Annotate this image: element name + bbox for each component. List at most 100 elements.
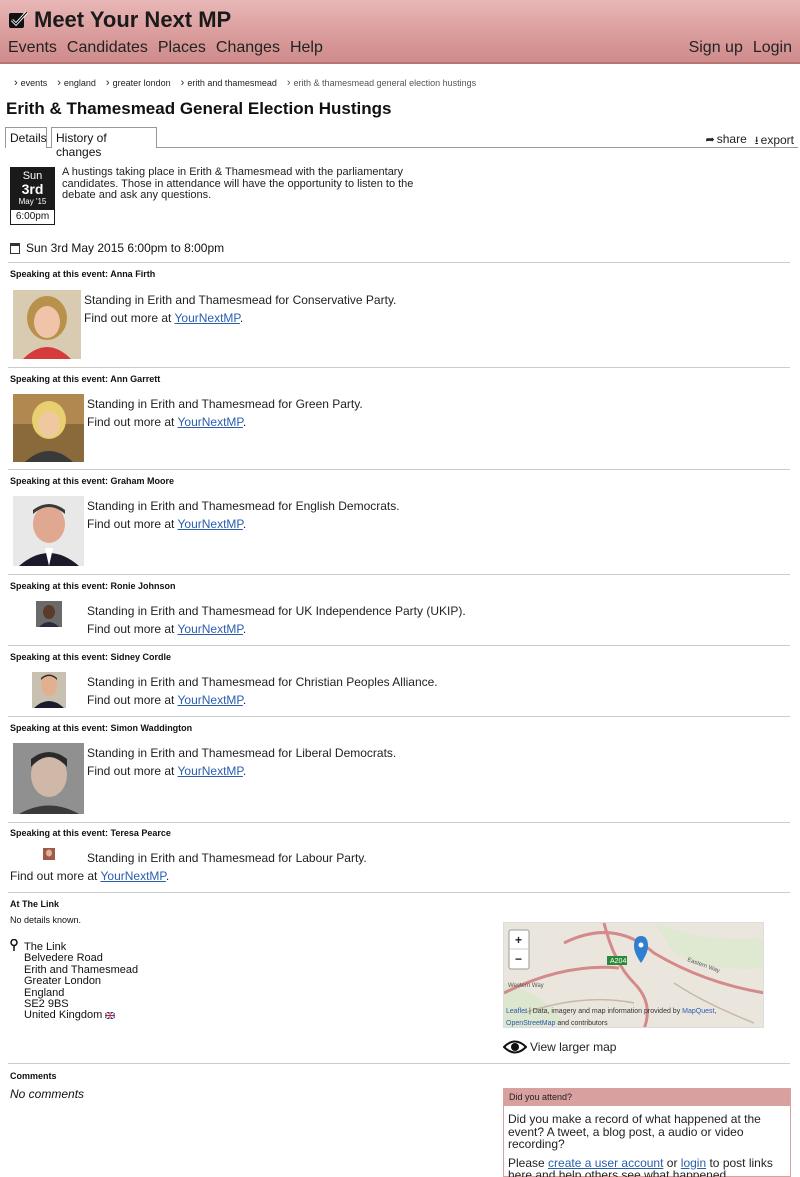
speaker-standing: Standing in Erith and Thamesmead for UK … [87, 604, 466, 618]
tab-history[interactable]: History of changes [51, 127, 157, 159]
candidate-photo [13, 496, 84, 566]
event-when-text: Sun 3rd May 2015 6:00pm to 8:00pm [26, 241, 225, 255]
breadcrumb-erith-thamesmead[interactable]: erith and thamesmead [181, 77, 277, 89]
sign-up-link[interactable]: Sign up [689, 39, 743, 57]
candidate-photo [32, 672, 66, 708]
divider [8, 469, 790, 470]
find-more-text: Find out more at [87, 517, 178, 531]
map-pin-icon [10, 939, 18, 951]
yournextmp-link[interactable]: YourNextMP [175, 311, 240, 325]
did-you-attend-box: Did you attend? Did you make a record of… [503, 1088, 791, 1177]
page-title: Erith & Thamesmead General Election Hust… [6, 99, 392, 118]
attend-question: Did you make a record of what happened a… [508, 1112, 761, 1151]
find-more-text: Find out more at [10, 869, 101, 883]
find-more-text: Find out more at [87, 693, 178, 707]
nav-changes[interactable]: Changes [216, 39, 280, 57]
brand[interactable]: Meet Your Next MP [8, 7, 231, 33]
uk-flag-icon [105, 1012, 116, 1020]
speaker-standing: Standing in Erith and Thamesmead for Chr… [87, 675, 438, 689]
yournextmp-link[interactable]: YourNextMP [178, 517, 243, 531]
breadcrumb-current: erith & thamesmead general election hust… [287, 77, 477, 89]
breadcrumb: events england greater london erith and … [14, 77, 476, 89]
site-header: Meet Your Next MP Events Candidates Plac… [0, 0, 800, 64]
eye-icon [503, 1040, 527, 1054]
venue-address: The Link Belvedere Road Erith and Thames… [24, 941, 138, 1022]
speaker-standing: Standing in Erith and Thamesmead for Lab… [87, 851, 367, 865]
divider [8, 892, 790, 893]
speaker-standing: Standing in Erith and Thamesmead for Gre… [87, 397, 363, 411]
export-button[interactable]: ⭳ export [755, 132, 794, 151]
road-label: A204 [610, 958, 626, 965]
date-badge-top: Sun 3rd May '15 [10, 167, 55, 210]
leaflet-link[interactable]: Leaflet [506, 1008, 527, 1015]
event-description: A hustings taking place in Erith & Thame… [62, 166, 414, 201]
attribution-separator: , [714, 1008, 717, 1015]
candidate-photo [13, 394, 84, 462]
view-larger-map[interactable]: View larger map [503, 1039, 616, 1055]
zoom-out-button[interactable]: − [515, 952, 522, 966]
find-more-suffix: . [242, 693, 247, 707]
nav-places[interactable]: Places [158, 39, 206, 57]
speaker-heading: Speaking at this event: Sidney Cordle [10, 652, 172, 662]
yournextmp-link[interactable]: YourNextMP [178, 415, 243, 429]
venue-details: No details known. [10, 915, 82, 925]
divider [8, 1063, 790, 1064]
yournextmp-link[interactable]: YourNextMP [101, 869, 166, 883]
nav-events[interactable]: Events [8, 39, 57, 57]
address-line: United Kingdom [24, 1009, 103, 1022]
find-more-suffix: . [242, 517, 247, 531]
yournextmp-link[interactable]: YourNextMP [178, 622, 243, 636]
attend-prompt: Please create a user account or login to… [508, 1156, 786, 1177]
divider [8, 716, 790, 717]
speaker-find-more: Find out more at YourNextMP. [87, 517, 246, 531]
nav-candidates[interactable]: Candidates [67, 39, 148, 57]
speaker-find-more: Find out more at YourNextMP. [87, 764, 246, 778]
divider [8, 645, 790, 646]
badge-month: May '15 [18, 197, 47, 206]
breadcrumb-england[interactable]: england [57, 77, 96, 89]
candidate-photo [36, 601, 62, 627]
breadcrumb-events[interactable]: events [14, 77, 48, 89]
street-label: Western Way [508, 983, 544, 989]
openstreetmap-link[interactable]: OpenStreetMap [506, 1020, 555, 1027]
share-button[interactable]: ➦ share [706, 132, 747, 151]
speaker-heading: Speaking at this event: Ronie Johnson [10, 581, 176, 591]
account-nav: Sign up Login [689, 39, 792, 57]
candidate-photo [13, 290, 81, 359]
speaker-standing: Standing in Erith and Thamesmead for Lib… [87, 746, 397, 760]
zoom-in-button[interactable]: + [515, 933, 522, 947]
candidate-photo [13, 743, 84, 814]
nav-help[interactable]: Help [290, 39, 323, 57]
address-line: Greater London [24, 975, 102, 988]
map-attribution: Leaflet | Data, imagery and map informat… [506, 1006, 764, 1030]
tab-details[interactable]: Details [5, 127, 47, 148]
candidate-photo [43, 848, 55, 860]
login-link[interactable]: Login [753, 39, 792, 57]
mapquest-link[interactable]: MapQuest [682, 1008, 714, 1015]
no-comments: No comments [10, 1087, 85, 1101]
view-larger-label: View larger map [530, 1040, 617, 1054]
find-more-suffix: . [242, 415, 247, 429]
site-title: Meet Your Next MP [34, 7, 232, 32]
speaker-heading: Speaking at this event: Anna Firth [10, 269, 156, 279]
speaker-find-more: Find out more at YourNextMP. [87, 415, 246, 429]
speaker-standing: Standing in Erith and Thamesmead for Con… [84, 293, 397, 307]
speaker-find-more: Find out more at YourNextMP. [10, 869, 169, 883]
checkbox-logo-icon [9, 10, 28, 28]
export-label: export [760, 133, 794, 147]
yournextmp-link[interactable]: YourNextMP [178, 764, 243, 778]
breadcrumb-greater-london[interactable]: greater london [106, 77, 171, 89]
calendar-icon [10, 242, 20, 254]
speaker-standing: Standing in Erith and Thamesmead for Eng… [87, 499, 400, 513]
download-icon: ⭳ [754, 135, 759, 147]
find-more-suffix: . [165, 869, 170, 883]
yournextmp-link[interactable]: YourNextMP [178, 693, 243, 707]
find-more-text: Find out more at [87, 415, 178, 429]
share-label: share [716, 132, 747, 146]
speaker-find-more: Find out more at YourNextMP. [84, 311, 243, 325]
attend-body: Did you make a record of what happened a… [504, 1106, 790, 1177]
date-badge: Sun 3rd May '15 6:00pm [10, 167, 55, 225]
tab-bar: Details History of changes [5, 127, 798, 159]
speaker-heading: Speaking at this event: Teresa Pearce [10, 828, 171, 838]
speaker-heading: Speaking at this event: Simon Waddington [10, 723, 193, 733]
